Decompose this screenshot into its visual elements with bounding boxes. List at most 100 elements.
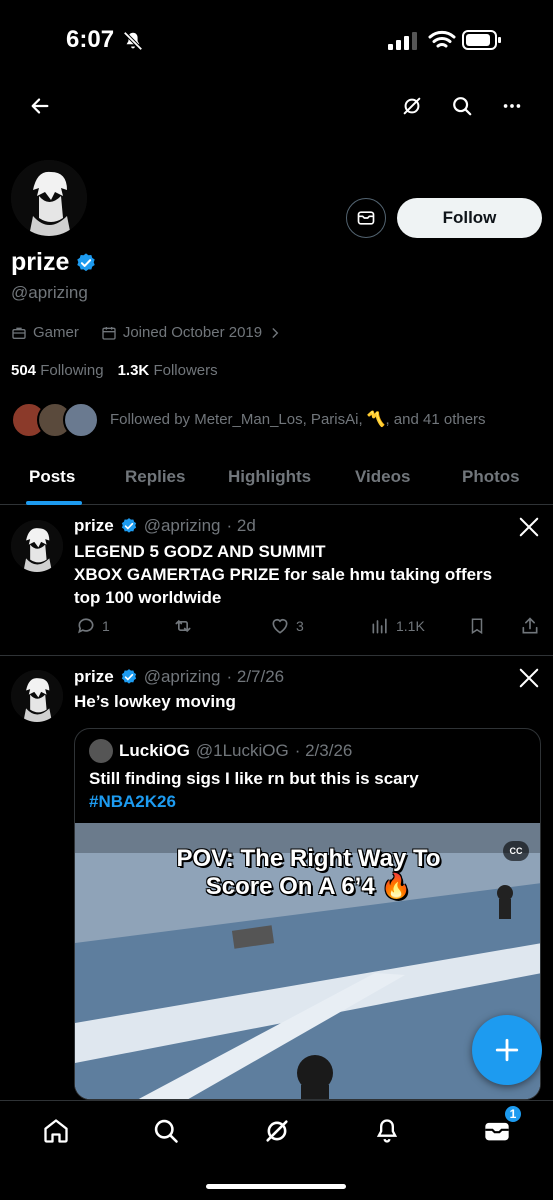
back-button[interactable] (20, 86, 60, 126)
bookmark-button[interactable] (468, 616, 486, 636)
search-icon (154, 1119, 178, 1143)
quote-avatar (89, 739, 113, 763)
post-header: prize @aprizing · 2d (74, 516, 256, 536)
quote-author-name: LuckiOG (119, 741, 190, 760)
share-icon (522, 617, 538, 634)
follow-counts: 504 Following 1.3K Followers (11, 362, 218, 379)
quoted-post[interactable]: LuckiOG @1LuckiOG · 2/3/26 Still finding… (74, 728, 541, 1100)
heart-icon (272, 618, 288, 634)
grok-icon (266, 1120, 288, 1142)
bookmark-icon (471, 618, 483, 635)
post-header: prize @aprizing · 2/7/26 (74, 667, 284, 687)
more-button[interactable] (492, 86, 532, 126)
quote-time: · 2/3/26 (294, 741, 353, 760)
tab-replies[interactable]: Replies (125, 467, 185, 487)
signal-icon (388, 32, 417, 50)
reply-button[interactable]: 1 (76, 616, 110, 636)
bell-icon (376, 1119, 398, 1143)
reply-icon (78, 618, 94, 634)
like-button[interactable]: 3 (270, 616, 304, 636)
tab-posts[interactable]: Posts (29, 467, 75, 487)
grok-icon (403, 97, 421, 115)
profile-tabs: Posts Replies Highlights Videos Photos (0, 455, 553, 505)
post-time: · 2/7/26 (226, 667, 285, 686)
views-count: 1.1K (396, 618, 425, 634)
home-icon (44, 1119, 68, 1143)
post-time: · 2d (226, 516, 256, 535)
reply-count: 1 (102, 618, 110, 634)
message-button[interactable] (346, 198, 386, 238)
quote-video[interactable]: POV: The Right Way To Score On A 6’4 🔥 C… (75, 823, 540, 1099)
post-avatar[interactable] (11, 670, 63, 722)
nav-grok[interactable] (257, 1111, 297, 1151)
post-author-handle: @aprizing (143, 667, 221, 686)
quote-header: LuckiOG @1LuckiOG · 2/3/26 (89, 739, 352, 763)
profile-category: Gamer (33, 324, 79, 341)
nav-search[interactable] (146, 1111, 186, 1151)
tab-videos[interactable]: Videos (355, 467, 410, 487)
envelope-icon (357, 211, 375, 225)
profile-joined: Joined October 2019 (122, 324, 263, 341)
verified-badge-icon (121, 518, 136, 533)
quote-hashtag[interactable]: #NBA2K26 (89, 790, 529, 813)
following-link[interactable]: 504 Following (11, 362, 104, 379)
post-author-name[interactable]: prize (74, 516, 114, 536)
followed-by-emoji: 〽️ (366, 411, 386, 428)
post-divider (0, 655, 553, 656)
like-count: 3 (296, 618, 304, 634)
avatar-art-icon (11, 520, 63, 572)
compose-button[interactable] (472, 1015, 542, 1085)
status-bar: 6:07 (0, 0, 553, 80)
quote-text: Still finding sigs I like rn but this is… (89, 767, 529, 813)
post-avatar[interactable] (11, 520, 63, 572)
profile-handle: @aprizing (11, 283, 88, 302)
home-indicator (206, 1184, 346, 1189)
views-icon (372, 618, 387, 634)
nav-home[interactable] (36, 1111, 76, 1151)
follower-avatar (63, 402, 99, 438)
bell-off-icon (123, 31, 143, 51)
video-caption: POV: The Right Way To Score On A 6’4 🔥 (176, 845, 441, 900)
calendar-icon (102, 326, 116, 340)
avatar-art-icon (11, 160, 87, 236)
briefcase-icon (12, 327, 26, 339)
avatar-art-icon (11, 670, 63, 722)
x-logo-icon (519, 517, 539, 537)
quote-author-handle: @1LuckiOG (195, 741, 289, 760)
follow-button[interactable]: Follow (397, 198, 542, 238)
battery-icon (462, 30, 501, 50)
profile-name: prize (11, 248, 70, 276)
profile-avatar[interactable] (11, 160, 87, 236)
wifi-icon (428, 30, 456, 48)
x-logo-icon (519, 668, 539, 688)
profile-name-row: prize (11, 248, 97, 277)
verified-badge-icon (121, 669, 136, 684)
arrow-left-icon (31, 98, 49, 114)
grok-button[interactable] (392, 86, 432, 126)
tab-highlights[interactable]: Highlights (228, 467, 311, 487)
plus-icon (495, 1038, 519, 1062)
followed-by-text[interactable]: Followed by Meter_Man_Los, ParisAi, 〽️, … (110, 410, 486, 428)
repost-icon (175, 619, 191, 633)
profile-meta: Gamer Joined October 2019 (11, 324, 282, 341)
repost-button[interactable] (172, 616, 194, 636)
post-author-handle: @aprizing (143, 516, 221, 535)
followers-link[interactable]: 1.3K Followers (118, 362, 218, 379)
search-icon (453, 97, 472, 116)
post-author-name[interactable]: prize (74, 667, 114, 687)
followed-by-avatars[interactable] (11, 402, 101, 440)
chevron-right-icon[interactable] (268, 326, 282, 340)
share-button[interactable] (520, 616, 540, 636)
post-text: LEGEND 5 GODZ AND SUMMIT XBOX GAMERTAG P… (74, 542, 493, 607)
messages-badge: 1 (504, 1105, 522, 1123)
search-button[interactable] (442, 86, 482, 126)
tab-photos[interactable]: Photos (462, 467, 520, 487)
status-time: 6:07 (66, 26, 115, 53)
captions-button[interactable]: CC (503, 841, 529, 861)
verified-badge-icon[interactable] (75, 252, 97, 274)
nav-notifications[interactable] (367, 1111, 407, 1151)
active-tab-indicator (26, 501, 82, 505)
views-button[interactable]: 1.1K (370, 616, 425, 636)
more-icon (503, 104, 521, 108)
post-text: He’s lowkey moving (74, 692, 236, 711)
